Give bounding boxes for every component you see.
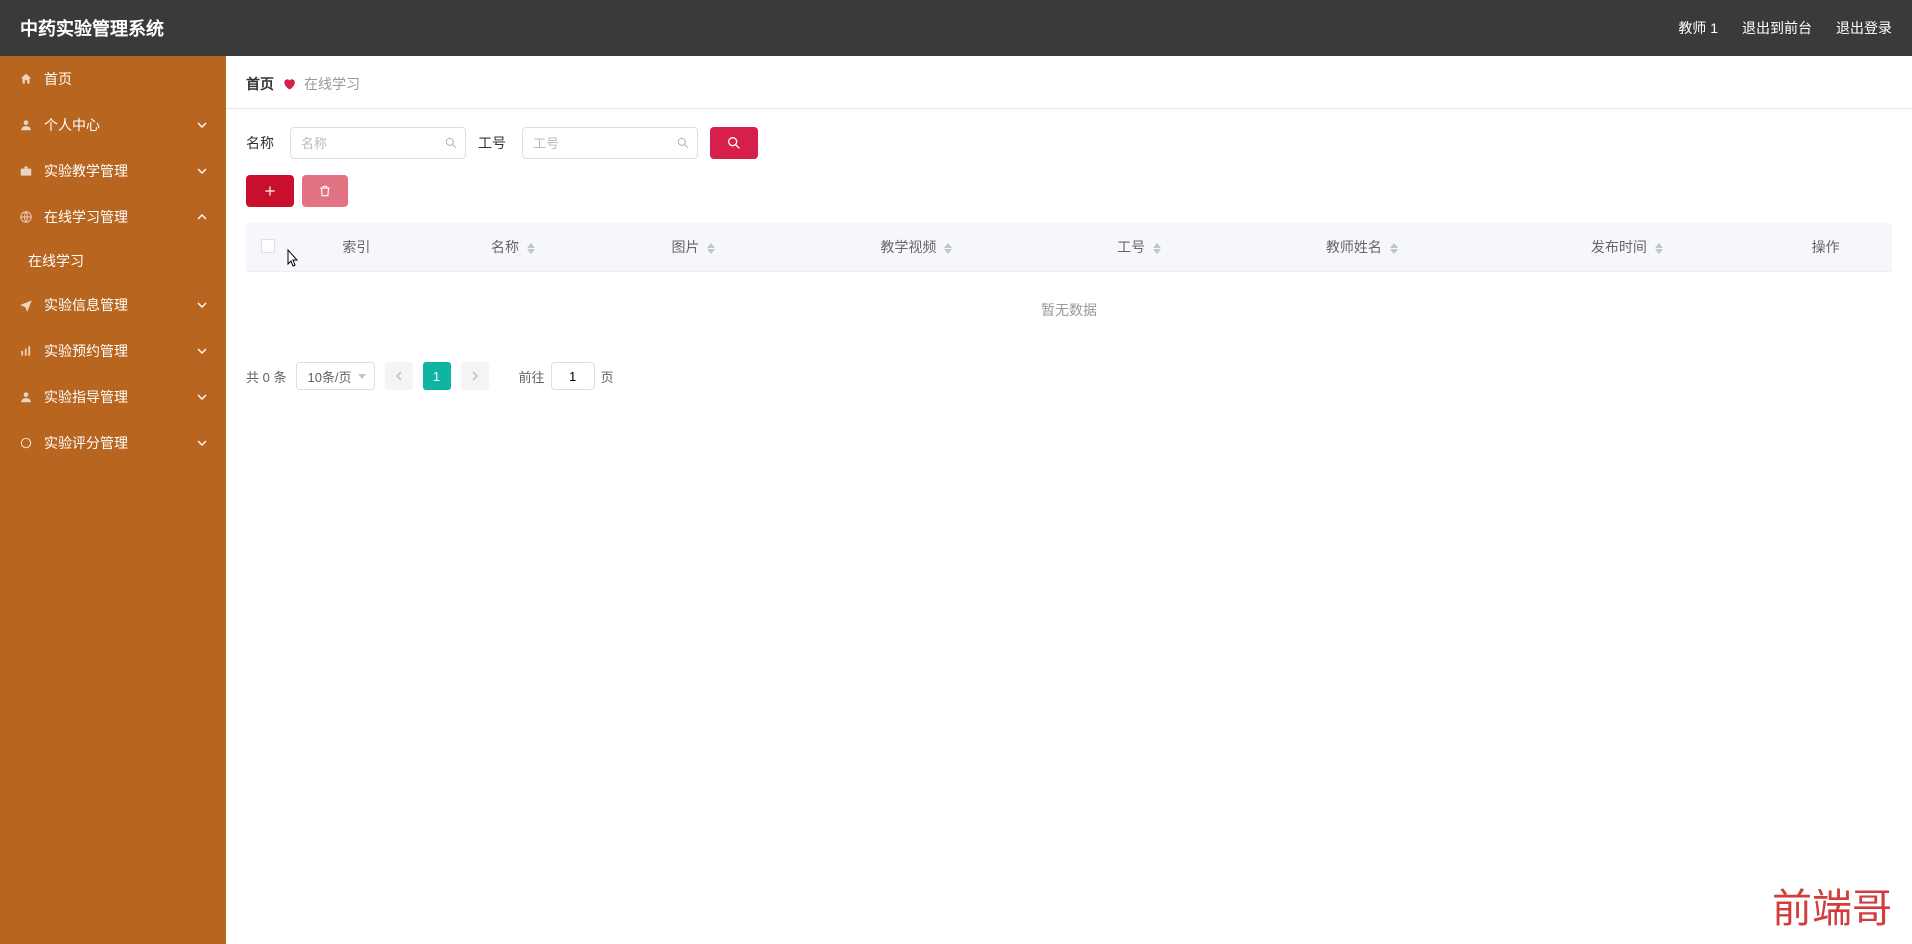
search-button[interactable] — [710, 127, 758, 159]
table-header-publish-time[interactable]: 发布时间 — [1494, 223, 1759, 272]
table-header-video[interactable]: 教学视频 — [784, 223, 1049, 272]
chevron-down-icon — [196, 437, 208, 449]
pagination-jumper: 前往 页 — [519, 362, 614, 390]
heart-icon — [282, 77, 296, 91]
chevron-down-icon — [196, 391, 208, 403]
sort-icon[interactable] — [1390, 243, 1398, 254]
sidebar-item-info[interactable]: 实验信息管理 — [0, 282, 226, 328]
data-table: 索引 名称 图片 教学视频 — [246, 223, 1892, 348]
pager-next-button[interactable] — [461, 362, 489, 390]
table-header-name[interactable]: 名称 — [423, 223, 604, 272]
chevron-down-icon — [196, 345, 208, 357]
filter-name-input[interactable] — [290, 127, 466, 159]
sidebar-subitem-online-learning[interactable]: 在线学习 — [0, 240, 226, 282]
circle-icon — [18, 435, 34, 451]
chevron-up-icon — [196, 211, 208, 223]
filter-name-label: 名称 — [246, 133, 274, 153]
sort-icon[interactable] — [527, 243, 535, 254]
pager-prev-button[interactable] — [385, 362, 413, 390]
add-button[interactable] — [246, 175, 294, 207]
sidebar-item-reservation[interactable]: 实验预约管理 — [0, 328, 226, 374]
app-header: 中药实验管理系统 教师 1 退出到前台 退出登录 — [0, 0, 1912, 56]
sort-icon[interactable] — [944, 243, 952, 254]
chevron-right-icon — [470, 371, 480, 381]
table-header-image[interactable]: 图片 — [603, 223, 784, 272]
delete-button[interactable] — [302, 175, 348, 207]
sidebar-item-guidance[interactable]: 实验指导管理 — [0, 374, 226, 420]
sidebar-item-label: 实验预约管理 — [44, 341, 196, 361]
sort-icon[interactable] — [1655, 243, 1663, 254]
sidebar-item-label: 实验指导管理 — [44, 387, 196, 407]
sidebar-item-scoring[interactable]: 实验评分管理 — [0, 420, 226, 466]
pagination: 共 0 条 10条/页 1 前往 页 — [226, 348, 1912, 414]
breadcrumb: 首页 在线学习 — [226, 56, 1912, 109]
jumper-suffix: 页 — [601, 367, 614, 386]
sidebar-item-label: 在线学习管理 — [44, 207, 196, 227]
globe-icon — [18, 209, 34, 225]
back-to-front-link[interactable]: 退出到前台 — [1742, 18, 1812, 38]
logout-link[interactable]: 退出登录 — [1836, 18, 1892, 38]
plus-icon — [263, 184, 277, 198]
chevron-left-icon — [394, 371, 404, 381]
table-empty-row: 暂无数据 — [246, 272, 1892, 349]
table-header-action: 操作 — [1759, 223, 1892, 272]
table-header-checkbox[interactable] — [246, 223, 290, 272]
header-actions: 教师 1 退出到前台 退出登录 — [1678, 18, 1892, 38]
plane-icon — [18, 297, 34, 313]
sidebar-item-teaching[interactable]: 实验教学管理 — [0, 148, 226, 194]
action-bar — [246, 175, 1892, 207]
sidebar: 首页 个人中心 实验教学管理 在线学习管理 — [0, 56, 226, 944]
breadcrumb-home[interactable]: 首页 — [246, 74, 274, 94]
pager-page-1[interactable]: 1 — [423, 362, 451, 390]
sidebar-item-label: 首页 — [44, 69, 208, 89]
table-header-index: 索引 — [290, 223, 423, 272]
pagination-total: 共 0 条 — [246, 367, 286, 386]
empty-text: 暂无数据 — [246, 272, 1892, 349]
bars-icon — [18, 343, 34, 359]
jumper-input[interactable] — [551, 362, 595, 390]
user-icon — [18, 389, 34, 405]
home-icon — [18, 71, 34, 87]
sort-icon[interactable] — [707, 243, 715, 254]
main-content: 首页 在线学习 名称 工号 — [226, 56, 1912, 944]
briefcase-icon — [18, 163, 34, 179]
sort-icon[interactable] — [1153, 243, 1161, 254]
page-size-select[interactable]: 10条/页 — [296, 362, 374, 390]
sidebar-item-label: 实验教学管理 — [44, 161, 196, 181]
sidebar-item-online-learning[interactable]: 在线学习管理 — [0, 194, 226, 240]
search-icon — [726, 135, 742, 151]
sidebar-item-personal[interactable]: 个人中心 — [0, 102, 226, 148]
filter-job-label: 工号 — [478, 133, 506, 153]
jumper-prefix: 前往 — [519, 367, 545, 386]
user-name-link[interactable]: 教师 1 — [1678, 18, 1718, 38]
user-icon — [18, 117, 34, 133]
sidebar-subitem-label: 在线学习 — [28, 251, 84, 271]
table-header-teacher[interactable]: 教师姓名 — [1229, 223, 1494, 272]
checkbox-icon[interactable] — [261, 239, 275, 253]
filter-bar: 名称 工号 — [246, 127, 1892, 159]
trash-icon — [318, 184, 332, 198]
app-title: 中药实验管理系统 — [20, 15, 164, 41]
chevron-down-icon — [196, 165, 208, 177]
sidebar-item-home[interactable]: 首页 — [0, 56, 226, 102]
chevron-down-icon — [196, 299, 208, 311]
sidebar-item-label: 个人中心 — [44, 115, 196, 135]
sidebar-item-label: 实验评分管理 — [44, 433, 196, 453]
sidebar-item-label: 实验信息管理 — [44, 295, 196, 315]
filter-job-input[interactable] — [522, 127, 698, 159]
breadcrumb-current: 在线学习 — [304, 74, 360, 94]
table-header-job[interactable]: 工号 — [1049, 223, 1230, 272]
chevron-down-icon — [196, 119, 208, 131]
